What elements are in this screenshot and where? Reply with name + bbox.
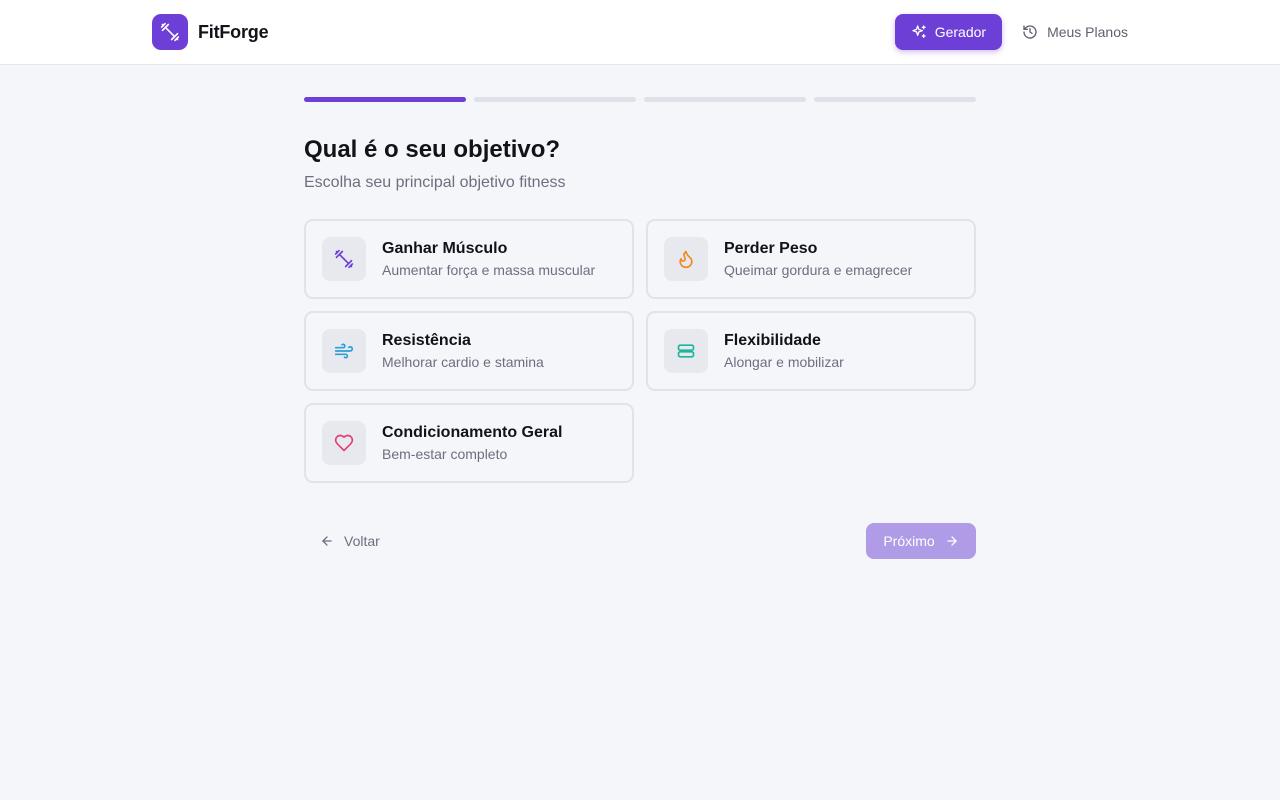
dumbbell-icon bbox=[152, 14, 188, 50]
next-label: Próximo bbox=[883, 533, 935, 549]
back-label: Voltar bbox=[344, 533, 380, 549]
goal-option-weight-loss[interactable]: Perder Peso Queimar gordura e emagrecer bbox=[646, 219, 976, 299]
goal-option-flexibility[interactable]: Flexibilidade Alongar e mobilizar bbox=[646, 311, 976, 391]
next-button[interactable]: Próximo bbox=[866, 523, 976, 559]
arrow-left-icon bbox=[322, 536, 332, 546]
generator-button[interactable]: Gerador bbox=[894, 14, 1003, 50]
brand[interactable]: FitForge bbox=[152, 14, 269, 50]
wind-icon bbox=[322, 329, 366, 373]
sparkles-icon bbox=[912, 25, 926, 38]
goal-option-muscle[interactable]: Ganhar Músculo Aumentar força e massa mu… bbox=[304, 219, 634, 299]
goal-option-endurance[interactable]: Resistência Melhorar cardio e stamina bbox=[304, 311, 634, 391]
goal-title: Perder Peso bbox=[724, 240, 818, 257]
goal-title: Ganhar Músculo bbox=[382, 240, 508, 257]
dumbbell-icon bbox=[322, 237, 366, 281]
goal-description: Queimar gordura e emagrecer bbox=[724, 262, 913, 278]
goal-option-general[interactable]: Condicionamento Geral Bem-estar completo bbox=[304, 403, 634, 483]
step-subtitle: Escolha seu principal objetivo fitness bbox=[304, 174, 566, 191]
goal-title: Resistência bbox=[382, 332, 471, 349]
app-name: FitForge bbox=[198, 21, 269, 42]
history-icon bbox=[1023, 25, 1037, 39]
step-progress bbox=[304, 97, 976, 103]
goal-description: Alongar e mobilizar bbox=[724, 354, 844, 370]
heart-icon bbox=[322, 421, 366, 465]
progress-step-4 bbox=[814, 97, 976, 102]
back-button[interactable]: Voltar bbox=[304, 523, 396, 559]
goal-title: Flexibilidade bbox=[724, 332, 821, 349]
progress-step-2 bbox=[474, 97, 636, 102]
goal-description: Bem-estar completo bbox=[382, 446, 508, 462]
progress-step-3 bbox=[644, 97, 806, 102]
goal-options: Ganhar Músculo Aumentar força e massa mu… bbox=[304, 219, 976, 483]
arrow-right-icon bbox=[946, 536, 957, 546]
stretch-icon bbox=[664, 329, 708, 373]
step-title: Qual é o seu objetivo? bbox=[304, 136, 561, 163]
top-bar: FitForge Gerador Meus Planos bbox=[0, 0, 1280, 65]
goal-description: Aumentar força e massa muscular bbox=[382, 262, 596, 278]
progress-step-1 bbox=[304, 97, 466, 102]
goal-title: Condicionamento Geral bbox=[382, 424, 563, 441]
my-plans-button[interactable]: Meus Planos bbox=[1002, 14, 1128, 50]
goal-description: Melhorar cardio e stamina bbox=[382, 354, 544, 370]
main-nav: Gerador Meus Planos bbox=[894, 14, 1128, 50]
flame-icon bbox=[664, 237, 708, 281]
generator-label: Gerador bbox=[934, 24, 987, 40]
my-plans-label: Meus Planos bbox=[1047, 24, 1128, 40]
